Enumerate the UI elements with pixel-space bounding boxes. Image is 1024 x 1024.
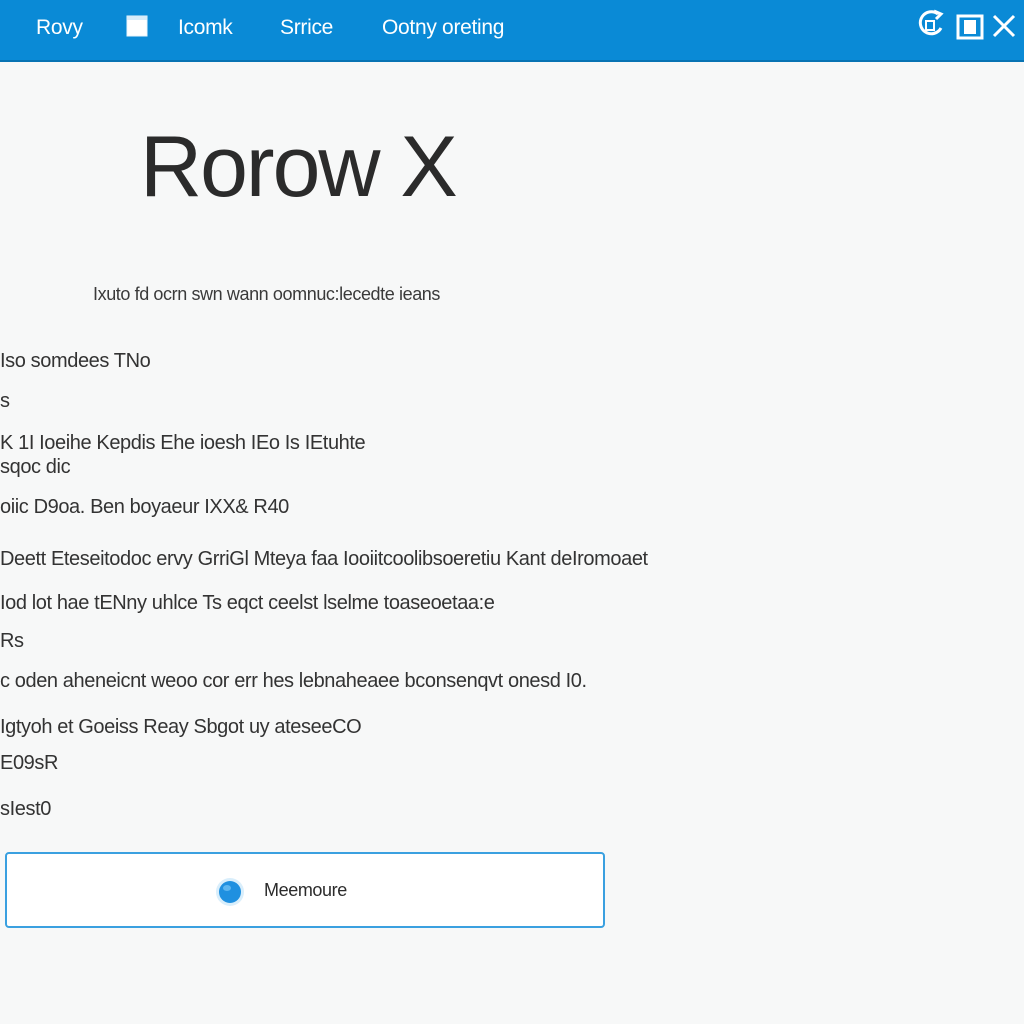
nav-item-srrice[interactable]: Srrice: [280, 14, 333, 42]
text-line: sqoc dic: [0, 456, 71, 478]
text-line: Iod lot hae tENny uhlce Ts eqct ceelst l…: [0, 592, 495, 614]
square-icon[interactable]: [124, 13, 150, 39]
measure-button-label: Meemoure: [264, 880, 347, 900]
refresh-icon[interactable]: [914, 6, 948, 44]
nav-item-ootny-oreting[interactable]: Ootny oreting: [382, 14, 504, 42]
top-navigation-bar: Rovy Icomk Srrice Ootny oreting: [0, 0, 1024, 62]
measure-button[interactable]: Meemoure: [5, 852, 605, 928]
globe-icon: [214, 876, 246, 908]
page-subtitle: Ixuto fd ocrn swn wann oomnuc:lecedte ie…: [93, 284, 441, 304]
text-line: Iso somdees TNo: [0, 350, 151, 372]
main-content: Rorow X Ixuto fd ocrn swn wann oomnuc:le…: [0, 62, 1024, 1024]
text-line: E09sR: [0, 752, 59, 774]
text-line: sIest0: [0, 798, 51, 820]
text-line: Igtyoh et Goeiss Reay Sbgot uy ateseeCO: [0, 716, 362, 738]
text-line: Rs: [0, 630, 24, 652]
text-line: c oden aheneicnt weoo cor err hes lebnah…: [0, 670, 587, 692]
text-line: Deett Eteseitodoc ervy GrriGl Mteya faa …: [0, 548, 648, 570]
nav-item-icomk[interactable]: Icomk: [178, 14, 233, 42]
text-line: K 1I Ioeihe Kepdis Ehe ioesh IEo Is IEtu…: [0, 432, 366, 454]
page-title: Rorow X: [140, 119, 458, 215]
close-icon[interactable]: [988, 6, 1022, 44]
nav-item-rovy[interactable]: Rovy: [36, 14, 83, 42]
text-line: s: [0, 390, 10, 412]
window-icon[interactable]: [954, 6, 988, 44]
text-line: oiic D9oa. Ben boyaeur IXX& R40: [0, 496, 289, 518]
